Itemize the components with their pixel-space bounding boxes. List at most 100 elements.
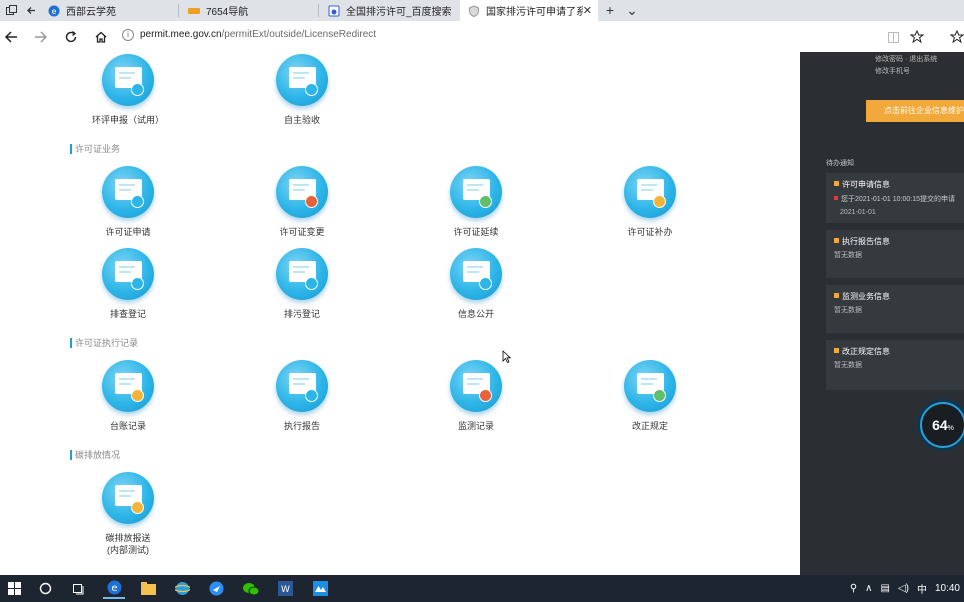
task-view-icon[interactable] bbox=[67, 578, 89, 599]
url-path: /permitExt/outside/LicenseRedirect bbox=[221, 29, 377, 40]
windows-icon[interactable] bbox=[3, 578, 25, 599]
notice-card-report[interactable]: 执行报告信息 暂无数据 bbox=[826, 230, 964, 278]
volume-icon[interactable]: ◁) bbox=[898, 583, 909, 594]
edge-icon[interactable]: e bbox=[103, 578, 125, 599]
certificate-extend-icon bbox=[450, 166, 502, 218]
service-item-inspection-register[interactable]: 排查登记 bbox=[78, 248, 178, 320]
service-item-permit-change[interactable]: 许可证变更 bbox=[252, 166, 352, 238]
person-icon[interactable]: ⚲ bbox=[850, 583, 857, 594]
notice-empty: 暂无数据 bbox=[834, 307, 862, 314]
url-field[interactable]: permit.mee.gov.cn/permitExt/outside/Lice… bbox=[140, 29, 376, 40]
favorites-list-icon[interactable] bbox=[946, 26, 964, 48]
service-item-correction[interactable]: 改正规定 bbox=[600, 360, 700, 432]
certificate-reissue-icon bbox=[624, 166, 676, 218]
chevron-up-icon[interactable]: ∧ bbox=[865, 583, 872, 594]
calendar-check-icon bbox=[276, 54, 328, 106]
new-tab-button[interactable]: + bbox=[600, 0, 620, 21]
service-label: 排查登记 bbox=[109, 309, 146, 319]
id-card-icon bbox=[276, 248, 328, 300]
service-label: 许可证变更 bbox=[279, 227, 325, 237]
change-phone-link[interactable]: 修改手机号 bbox=[875, 66, 910, 76]
close-tab-icon[interactable]: ✕ bbox=[583, 4, 592, 17]
svg-text:W: W bbox=[281, 585, 290, 595]
enterprise-info-button[interactable]: 点击前往企业信息维护 bbox=[866, 100, 964, 122]
service-item-permit-extend[interactable]: 许可证延续 bbox=[426, 166, 526, 238]
service-label: 许可证申请 bbox=[105, 227, 151, 237]
tab-xibu[interactable]: e 西部云学苑 bbox=[40, 0, 178, 21]
service-item-permit-apply[interactable]: 许可证申请 bbox=[78, 166, 178, 238]
notice-title: 改正规定信息 bbox=[834, 346, 890, 357]
home-icon[interactable] bbox=[90, 26, 112, 48]
service-label: 许可证补办 bbox=[627, 227, 673, 237]
service-item-acceptance[interactable]: 自主验收 bbox=[252, 54, 352, 126]
certificate-apply-icon bbox=[102, 166, 154, 218]
certificate-change-icon bbox=[276, 166, 328, 218]
tab-permit-active[interactable]: 国家排污许可申请了系统 ✕ bbox=[460, 0, 598, 21]
clock[interactable]: 10:40 bbox=[935, 583, 960, 594]
back-to-tabs-icon[interactable] bbox=[20, 0, 42, 21]
address-bar: i permit.mee.gov.cn/permitExt/outside/Li… bbox=[0, 21, 964, 53]
wechat-icon[interactable] bbox=[240, 578, 262, 599]
network-icon[interactable]: ▤ bbox=[880, 583, 889, 594]
section-title: 许可证执行记录 bbox=[70, 338, 138, 348]
notice-card-permit[interactable]: 许可申请信息 您于2021-01-01 10:00:15提交的申请 2021-0… bbox=[826, 173, 964, 223]
notice-empty: 暂无数据 bbox=[834, 362, 862, 369]
gauge-unit: % bbox=[947, 425, 954, 432]
tab-title: 全国排污许可_百度搜索 bbox=[346, 7, 452, 18]
tab-list-button[interactable]: ⌄ bbox=[622, 0, 642, 21]
site-info-icon[interactable]: i bbox=[122, 29, 134, 41]
notice-text: 您于2021-01-01 10:00:15提交的申请 bbox=[834, 194, 955, 204]
service-item-permit-reissue[interactable]: 许可证补办 bbox=[600, 166, 700, 238]
system-tray: ⚲ ∧ ▤ ◁) 中 10:40 bbox=[846, 575, 964, 602]
forward-icon[interactable] bbox=[30, 26, 52, 48]
ime-indicator[interactable]: 中 bbox=[917, 581, 927, 596]
document-upload-icon bbox=[102, 54, 154, 106]
service-label: 排污登记 bbox=[283, 309, 320, 319]
tab-7654[interactable]: 7654导航 bbox=[180, 0, 318, 21]
service-item-info-disclosure[interactable]: 信息公开 bbox=[426, 248, 526, 320]
service-item-carbon-report[interactable]: 碳排放报送 (内部测试) bbox=[78, 472, 178, 556]
notice-title: 许可申请信息 bbox=[834, 179, 890, 190]
ticket-app-icon[interactable] bbox=[309, 578, 331, 599]
svg-text:e: e bbox=[52, 7, 57, 16]
service-item-eia[interactable]: 环评申报（试用） bbox=[78, 54, 178, 126]
service-label: 监测记录 bbox=[457, 421, 494, 431]
service-item-ledger[interactable]: 台账记录 bbox=[78, 360, 178, 432]
ie-icon[interactable] bbox=[171, 578, 193, 599]
service-label: 信息公开 bbox=[457, 309, 494, 319]
service-label: 环评申报（试用） bbox=[91, 115, 164, 125]
folder-pen-icon bbox=[102, 472, 154, 524]
service-label: 台账记录 bbox=[109, 421, 146, 431]
tab-title: 7654导航 bbox=[206, 7, 249, 18]
notice-date: 2021-01-01 bbox=[840, 209, 876, 216]
gauge-value: 64 bbox=[932, 417, 948, 433]
section-title: 许可证业务 bbox=[70, 144, 120, 154]
favorite-star-icon[interactable] bbox=[906, 26, 928, 48]
account-links[interactable]: 修改密码 · 退出系统 bbox=[875, 54, 937, 64]
performance-gauge[interactable]: 64% bbox=[920, 402, 964, 448]
refresh-icon[interactable] bbox=[60, 26, 82, 48]
service-item-monitor-record[interactable]: 监测记录 bbox=[426, 360, 526, 432]
feishu-icon[interactable] bbox=[205, 578, 227, 599]
checklist-icon bbox=[102, 248, 154, 300]
reading-view-icon[interactable] bbox=[882, 26, 904, 48]
tab-title: 国家排污许可申请了系统 bbox=[486, 7, 583, 18]
shield-site-icon bbox=[468, 4, 480, 17]
service-item-discharge-register[interactable]: 排污登记 bbox=[252, 248, 352, 320]
service-item-exec-report[interactable]: 执行报告 bbox=[252, 360, 352, 432]
file-explorer-icon[interactable] bbox=[137, 578, 159, 599]
search-icon[interactable] bbox=[34, 578, 56, 599]
section-title: 碳排放情况 bbox=[70, 450, 120, 460]
baidu-icon bbox=[328, 5, 340, 17]
word-icon[interactable]: W bbox=[274, 578, 296, 599]
tab-title: 西部云学苑 bbox=[66, 7, 116, 18]
notice-card-monitor[interactable]: 监测业务信息 暂无数据 bbox=[826, 285, 964, 333]
service-label: 碳排放报送 (内部测试) bbox=[105, 533, 151, 555]
notice-card-correction[interactable]: 改正规定信息 暂无数据 bbox=[826, 340, 964, 390]
svg-text:e: e bbox=[111, 583, 117, 594]
back-icon[interactable] bbox=[0, 26, 22, 48]
tab-baidu[interactable]: 全国排污许可_百度搜索 bbox=[320, 0, 458, 21]
notice-title: 监测业务信息 bbox=[834, 291, 890, 302]
tab-actions-icon[interactable] bbox=[0, 0, 22, 21]
monitor-chart-icon bbox=[450, 360, 502, 412]
